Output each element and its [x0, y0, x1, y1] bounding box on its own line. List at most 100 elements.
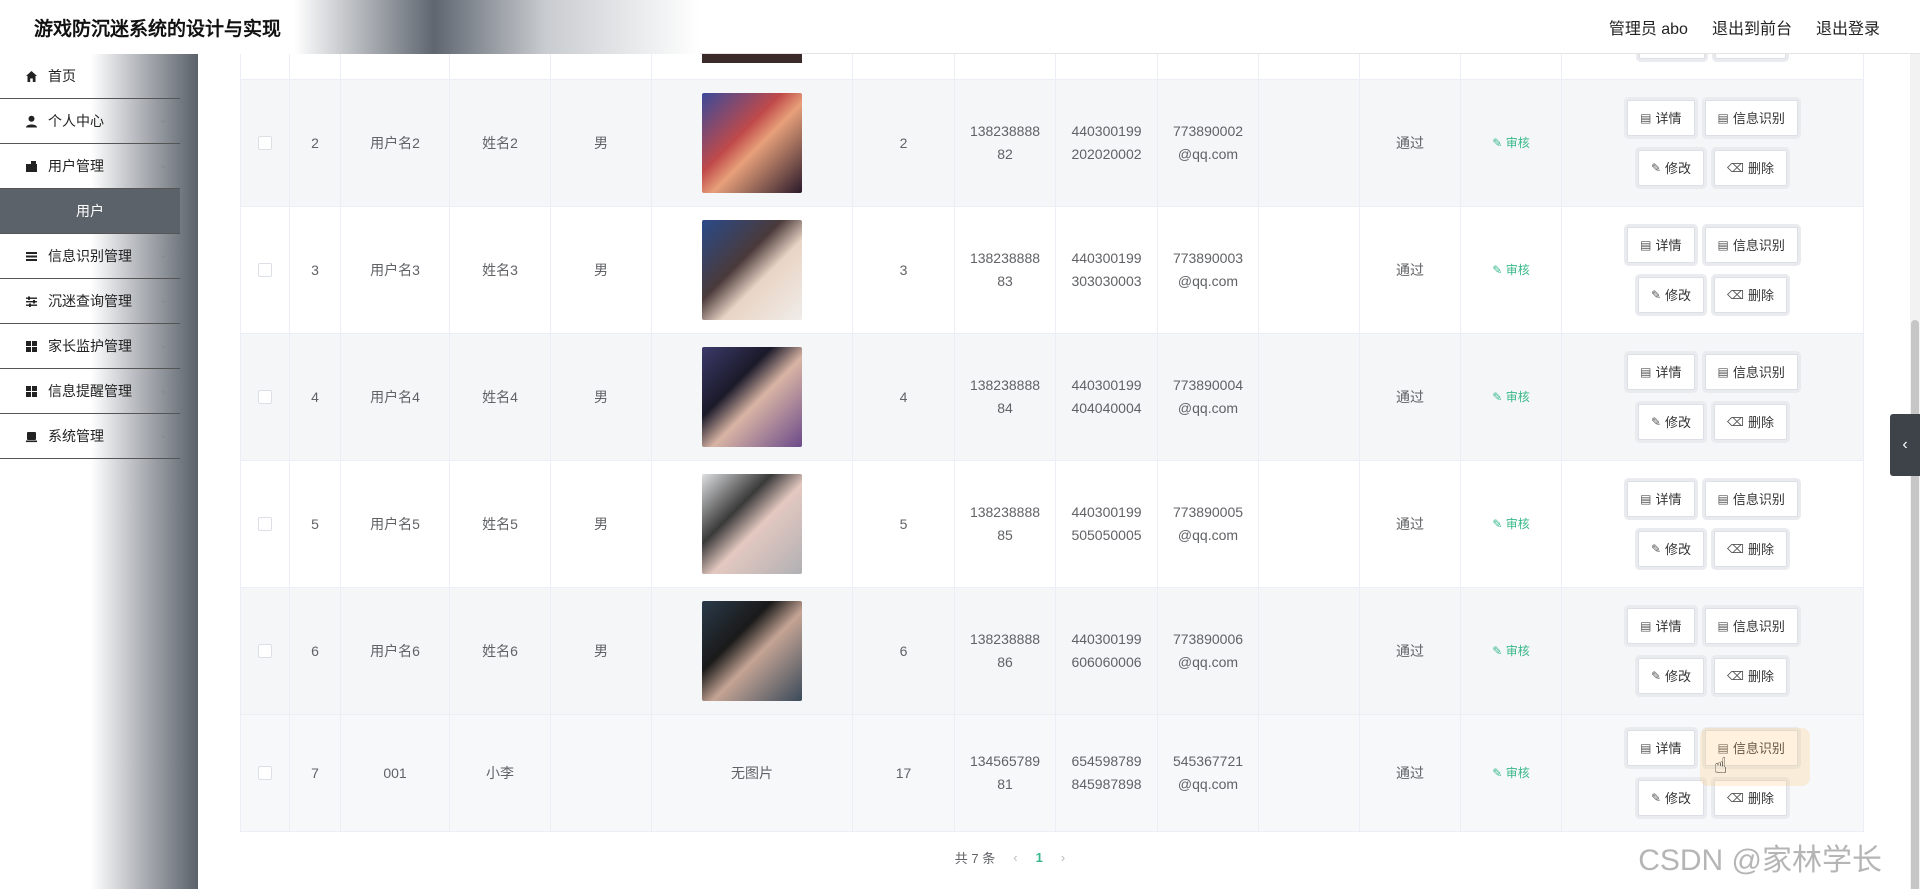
- row-checkbox[interactable]: [258, 517, 272, 531]
- detail-button[interactable]: ▤ 详情: [1627, 481, 1695, 517]
- table-cell: [240, 207, 290, 333]
- sidebar-item-info-recognition[interactable]: 信息识别管理 ⌄: [0, 234, 180, 279]
- delete-button[interactable]: ⌫ 删除: [1714, 277, 1788, 313]
- phone-cell: 138238888 84: [969, 377, 1041, 416]
- delete-button[interactable]: ⌫ 删除: [1714, 404, 1788, 440]
- row-checkbox[interactable]: [258, 644, 272, 658]
- row-index: 2: [311, 134, 319, 151]
- grid-icon: [24, 339, 38, 353]
- table-cell: 姓名3: [450, 207, 551, 333]
- detail-button[interactable]: ▤ 详情: [1627, 608, 1695, 644]
- row-actions: ▤ 详情 ▤ 信息识别 ✎ 修改 ⌫ 删除: [1608, 481, 1818, 567]
- table-cell: [551, 715, 652, 831]
- recognize-button[interactable]: ▤ 信息识别: [1704, 481, 1798, 517]
- table-cell: 134565789 81: [955, 715, 1056, 831]
- username-cell: 用户名4: [370, 388, 420, 405]
- audit-link[interactable]: ✎ 审核: [1492, 132, 1529, 155]
- table-cell: [240, 715, 290, 831]
- audit-link[interactable]: ✎ 审核: [1492, 640, 1529, 663]
- table-cell: 7: [290, 715, 341, 831]
- sidebar-item-reminder[interactable]: 信息提醒管理 ⌄: [0, 369, 180, 414]
- row-checkbox[interactable]: [258, 390, 272, 404]
- phone-cell: 138238888 82: [969, 123, 1041, 162]
- table-cell: 001: [341, 715, 450, 831]
- username-cell: 用户名2: [370, 134, 420, 151]
- table-cell: ▤ 详情 ▤ 信息识别 ✎ 修改 ⌫ 删除: [1562, 588, 1864, 714]
- row-checkbox[interactable]: [258, 766, 272, 780]
- detail-button[interactable]: ▤ 详情: [1627, 100, 1695, 136]
- scrollbar-thumb[interactable]: [1911, 320, 1919, 889]
- edit-button[interactable]: ✎修改: [1637, 780, 1705, 816]
- table-cell: 17: [853, 715, 955, 831]
- user-icon: [24, 114, 38, 128]
- document-icon: ▤: [1717, 110, 1729, 125]
- audit-link[interactable]: ✎ 审核: [1492, 386, 1529, 409]
- idcard-cell: 654598789 845987898: [1071, 753, 1142, 792]
- table-cell: 通过: [1360, 461, 1461, 587]
- phone-cell: 138238888 83: [969, 250, 1041, 289]
- sliders-icon: [24, 294, 38, 308]
- audit-link[interactable]: ✎ 审核: [1492, 259, 1529, 282]
- edit-button[interactable]: ✎修改: [1637, 658, 1705, 694]
- logout-link[interactable]: 退出登录: [1816, 15, 1880, 39]
- sidebar-item-label: 系统管理: [48, 428, 104, 444]
- recognize-button[interactable]: ▤ 信息识别: [1704, 608, 1798, 644]
- name-cell: 姓名6: [482, 642, 518, 659]
- sidebar-item-label: 沉迷查询管理: [48, 293, 132, 309]
- edit-button[interactable]: ✎修改: [1637, 277, 1705, 313]
- table-cell: ✎ 审核: [1461, 715, 1562, 831]
- edit-button[interactable]: ✎修改: [1637, 531, 1705, 567]
- watermark: CSDN @家林学长: [1638, 844, 1882, 877]
- chevron-down-icon: ⌄: [158, 114, 168, 126]
- sidebar-item-addiction-query[interactable]: 沉迷查询管理 ⌄: [0, 279, 180, 324]
- recognize-button[interactable]: ▤ 信息识别: [1704, 354, 1798, 390]
- row-checkbox[interactable]: [258, 136, 272, 150]
- sidebar-item-home[interactable]: 首页: [0, 54, 180, 99]
- audit-link[interactable]: ✎ 审核: [1492, 762, 1529, 785]
- prev-page-button[interactable]: ‹: [1013, 850, 1017, 865]
- detail-button[interactable]: ▤ 详情: [1627, 227, 1695, 263]
- audit-link[interactable]: ✎ 审核: [1492, 513, 1529, 536]
- trash-icon: ⌫: [1727, 287, 1745, 302]
- user-photo: [702, 220, 802, 320]
- delete-button[interactable]: ⌫ 删除: [1714, 150, 1788, 186]
- sidebar-subitem-user[interactable]: 用户: [0, 189, 180, 234]
- username-cell: 001: [383, 764, 407, 781]
- table-cell: 用户名5: [341, 461, 450, 587]
- row-checkbox[interactable]: [258, 263, 272, 277]
- recognize-button[interactable]: ▤ 信息识别: [1704, 227, 1798, 263]
- sidebar-item-profile[interactable]: 个人中心 ⌄: [0, 99, 180, 144]
- document-icon: ▤: [1640, 740, 1652, 755]
- sidebar: 首页 个人中心 ⌄ 用户管理 ⌄ 用户 信息识别管理 ⌄ 沉迷查询管理 ⌄ 家长…: [0, 54, 180, 459]
- folder-icon: [24, 159, 38, 173]
- page-number-current[interactable]: 1: [1036, 850, 1043, 865]
- trash-icon: ⌫: [1727, 414, 1745, 429]
- trash-icon: ⌫: [1727, 790, 1745, 805]
- table-cell: 男: [551, 461, 652, 587]
- collapse-toggle-button[interactable]: ‹: [1890, 414, 1920, 476]
- row-actions: ▤ 详情 ▤ 信息识别 ✎ 修改 ⌫ 删除: [1608, 227, 1818, 313]
- delete-button[interactable]: ⌫ 删除: [1714, 658, 1788, 694]
- table-cell: 通过: [1360, 715, 1461, 831]
- edit-button[interactable]: ✎修改: [1637, 150, 1705, 186]
- phone-cell: 138238888 86: [969, 631, 1041, 670]
- sidebar-item-system[interactable]: 系统管理 ⌄: [0, 414, 180, 459]
- table-cell: [1259, 207, 1360, 333]
- delete-button[interactable]: ⌫ 删除: [1714, 531, 1788, 567]
- next-page-button[interactable]: ›: [1061, 850, 1065, 865]
- table-cell: [652, 207, 853, 333]
- edit-icon: ✎: [1650, 414, 1662, 429]
- table-cell: [240, 80, 290, 206]
- exit-to-front-link[interactable]: 退出到前台: [1712, 15, 1792, 39]
- table-cell: 138238888 85: [955, 461, 1056, 587]
- table-cell: [240, 334, 290, 460]
- document-icon: ▤: [1640, 491, 1652, 506]
- detail-button[interactable]: ▤ 详情: [1627, 354, 1695, 390]
- table-cell: 440300199 202020002: [1056, 80, 1158, 206]
- detail-button[interactable]: ▤ 详情: [1627, 730, 1695, 766]
- sidebar-item-user-management[interactable]: 用户管理 ⌄: [0, 144, 180, 189]
- edit-button[interactable]: ✎修改: [1637, 404, 1705, 440]
- table-cell: 男: [551, 207, 652, 333]
- sidebar-item-parent-monitor[interactable]: 家长监护管理 ⌄: [0, 324, 180, 369]
- recognize-button[interactable]: ▤ 信息识别: [1704, 100, 1798, 136]
